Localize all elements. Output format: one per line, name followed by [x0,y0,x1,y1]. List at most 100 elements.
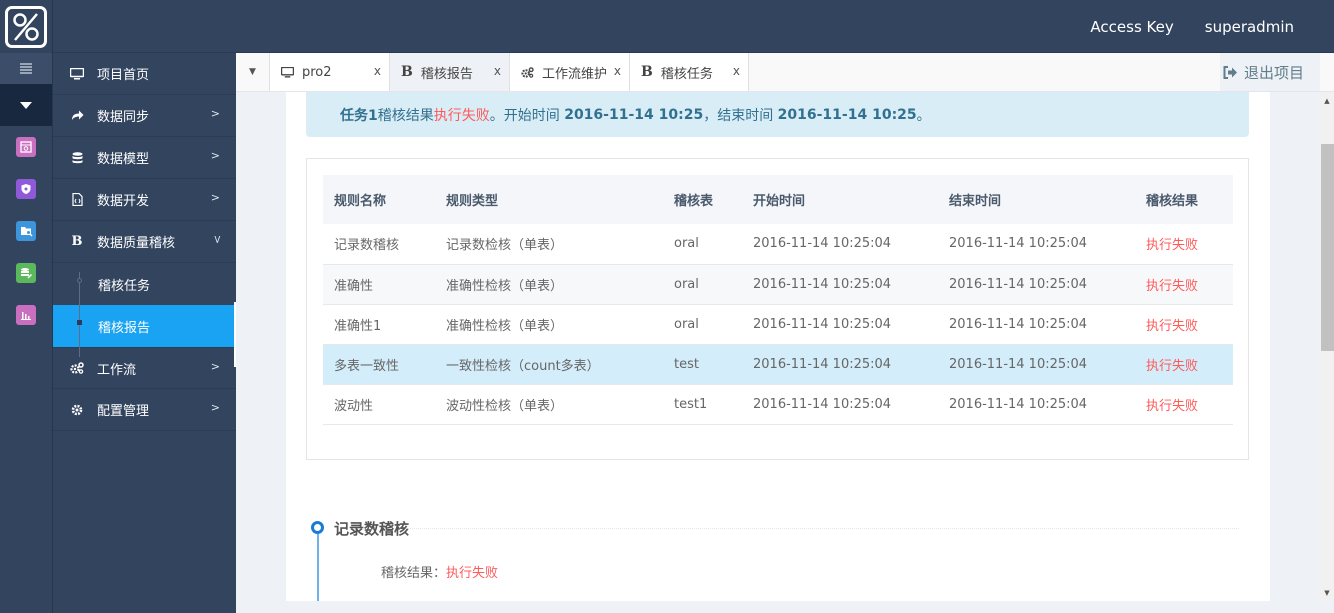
chevron-right-icon: > [210,191,220,204]
chevron-down-icon: > [210,234,224,245]
table-row[interactable]: 记录数稽核 记录数检核（单表） oral 2016-11-14 10:25:04… [323,224,1233,265]
sidebar-subitem-audit-report[interactable]: 稽核报告 [53,305,236,347]
rail-item-folder-search[interactable] [0,210,52,252]
monitor-icon [281,66,294,78]
cell-rule-type: 波动性检核（单表） [435,384,663,425]
sidebar-item-config[interactable]: 配置管理 > [53,389,236,431]
sidebar-item-workflow[interactable]: 工作流 > [53,347,236,389]
sidebar-item-data-model[interactable]: 数据模型 > [53,137,236,179]
icon-rail [0,53,53,613]
timeline-line [317,534,319,601]
column-header[interactable]: 规则类型 [435,175,663,224]
cell-rule-type: 一致性检核（count多表） [435,344,663,385]
percent-logo-icon [5,5,47,48]
alert-result: 执行失败 [433,107,490,124]
bold-b-icon: B [401,64,413,80]
tab-label: pro2 [302,64,332,80]
tab-close-button[interactable]: x [733,64,740,78]
timeline-divider [406,528,1239,529]
tab-close-button[interactable]: x [374,64,381,78]
scroll-down-arrow[interactable]: ▼ [1320,584,1334,601]
folder-search-icon [16,221,36,241]
cell-result: 执行失败 [1135,384,1233,425]
alert-result-label: 稽核结果 [377,107,434,124]
cell-rule-name: 波动性 [323,384,435,425]
scrollbar-thumb[interactable] [1321,144,1334,351]
caret-down-icon [20,101,32,109]
timeline-node-icon [311,521,324,534]
logo[interactable] [0,0,53,53]
rail-dropdown-toggle[interactable] [0,84,52,126]
cell-start-time: 2016-11-14 10:25:04 [742,224,938,265]
cell-table: oral [663,264,742,305]
tree-node-dot-active [77,320,82,325]
bold-b-icon: B [71,234,83,249]
cell-result: 执行失败 [1135,224,1233,265]
column-header[interactable]: 规则名称 [323,175,435,224]
table-header-row: 规则名称 规则类型 稽核表 开始时间 结束时间 稽核结果 [323,175,1233,224]
bold-b-icon: B [641,64,653,80]
cell-rule-name: 多表一致性 [323,344,435,385]
column-header[interactable]: 稽核表 [663,175,742,224]
tree-node-dot [77,278,82,283]
cell-table: oral [663,224,742,265]
table-row-highlighted[interactable]: 多表一致性 一致性检核（count多表） test 2016-11-14 10:… [323,344,1233,385]
tab-workflow-maintenance[interactable]: 工作流维护 x [509,53,629,91]
timeline-result-value: 执行失败 [446,566,499,581]
sidebar-subitem-label: 稽核任务 [98,278,151,294]
submenu-tree-line [79,272,80,357]
alert-end-label: ，结束时间 [703,107,778,124]
cell-rule-type: 准确性检核（单表） [435,304,663,345]
tab-bar: ▼ pro2 x B 稽核报告 x 工作流维护 x B 稽核任务 x 退出项目 [236,53,1334,92]
file-code-icon [67,193,87,206]
results-table-container: 规则名称 规则类型 稽核表 开始时间 结束时间 稽核结果 记录数稽核 记录数检核… [306,158,1249,460]
chevron-right-icon: > [210,360,220,373]
cell-start-time: 2016-11-14 10:25:04 [742,384,938,425]
cell-rule-type: 准确性检核（单表） [435,264,663,305]
cell-rule-name: 记录数稽核 [323,224,435,265]
gear-icon [67,404,87,416]
sidebar-item-label: 数据开发 [97,194,150,209]
rail-item-calendar[interactable] [0,126,52,168]
share-icon [67,110,87,121]
tab-list-dropdown[interactable]: ▼ [236,53,269,91]
exit-project-button[interactable]: 退出项目 [1220,53,1320,91]
menu-toggle[interactable] [0,53,52,84]
sidebar-item-data-quality[interactable]: B 数据质量稽核 > [53,221,236,263]
cell-result: 执行失败 [1135,304,1233,345]
rail-item-shield[interactable] [0,168,52,210]
table-row[interactable]: 准确性1 准确性检核（单表） oral 2016-11-14 10:25:04 … [323,304,1233,345]
sidebar-item-label: 项目首页 [97,68,150,83]
rail-item-bar-chart[interactable] [0,294,52,336]
timeline-result: 稽核结果：执行失败 [381,562,498,581]
table-row[interactable]: 准确性 准确性检核（单表） oral 2016-11-14 10:25:04 2… [323,264,1233,305]
calendar-icon [16,137,36,157]
tab-close-button[interactable]: x [494,64,501,78]
user-menu[interactable]: superadmin [1205,18,1294,36]
sidebar: 项目首页 数据同步 > 数据模型 > 数据开发 > B 数据质量稽核 > 稽核任… [53,53,236,613]
cogs-icon [67,362,87,374]
chevron-right-icon: > [210,401,220,414]
tab-pro2[interactable]: pro2 x [269,53,389,91]
sidebar-item-data-dev[interactable]: 数据开发 > [53,179,236,221]
access-key-link[interactable]: Access Key [1090,18,1173,36]
scroll-up-arrow[interactable]: ▲ [1320,92,1334,109]
column-header[interactable]: 稽核结果 [1135,175,1233,224]
shield-icon [16,179,36,199]
sidebar-item-home[interactable]: 项目首页 [53,53,236,95]
tab-audit-report[interactable]: B 稽核报告 x [389,53,509,91]
sidebar-item-data-sync[interactable]: 数据同步 > [53,95,236,137]
tab-label: 工作流维护 [542,66,608,82]
sign-out-icon [1223,65,1237,79]
sidebar-subitem-audit-task[interactable]: 稽核任务 [53,263,236,305]
cell-rule-type: 记录数检核（单表） [435,224,663,265]
tab-audit-task[interactable]: B 稽核任务 x [629,53,749,91]
rail-item-database-edit[interactable] [0,252,52,294]
column-header[interactable]: 结束时间 [938,175,1135,224]
vertical-scrollbar[interactable]: ▲ ▼ [1320,92,1334,601]
tab-close-button[interactable]: x [614,64,621,78]
column-header[interactable]: 开始时间 [742,175,938,224]
cell-end-time: 2016-11-14 10:25:04 [938,264,1135,305]
cell-rule-name: 准确性 [323,264,435,305]
table-row[interactable]: 波动性 波动性检核（单表） test1 2016-11-14 10:25:04 … [323,384,1233,425]
